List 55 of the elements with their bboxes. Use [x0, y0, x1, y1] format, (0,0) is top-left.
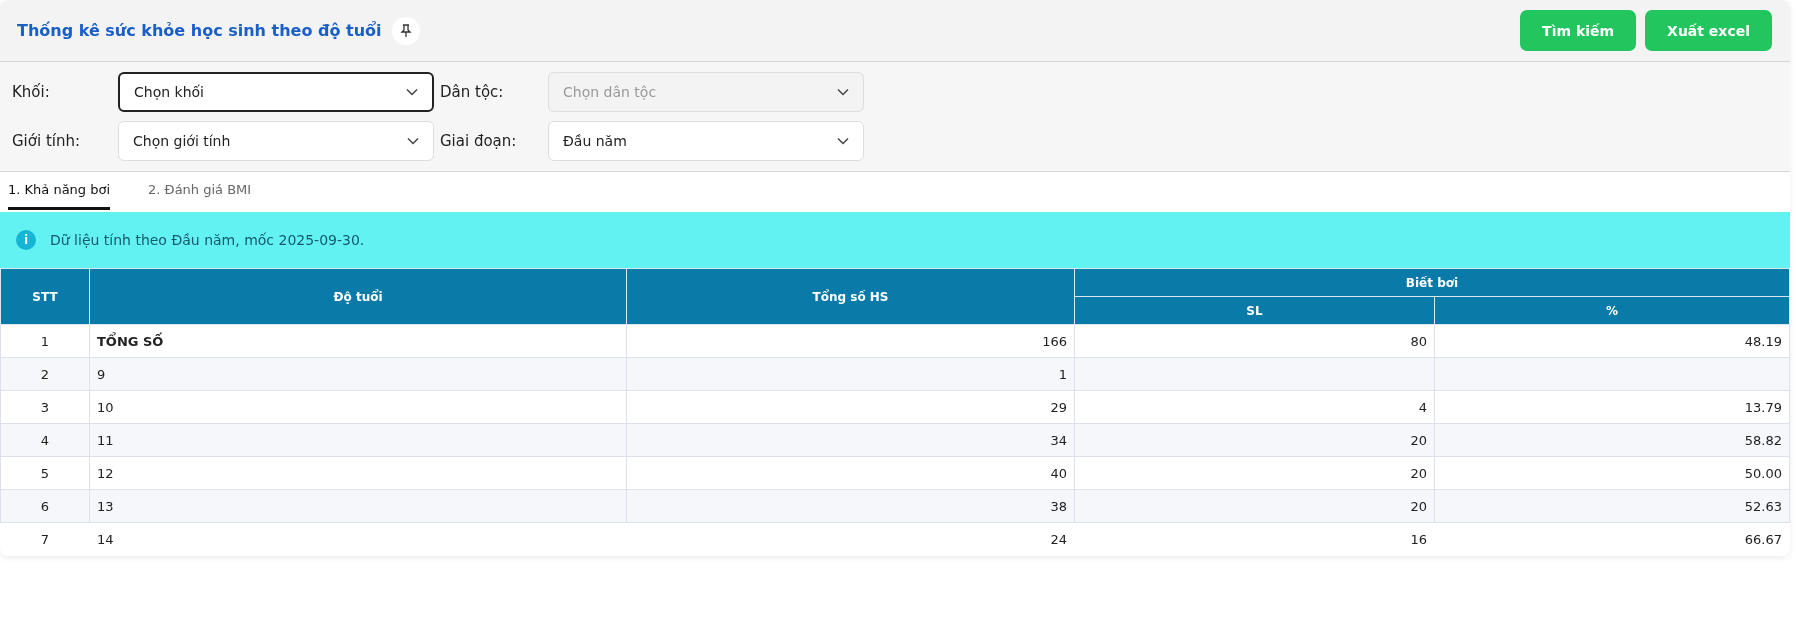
table-cell: 48.19: [1434, 324, 1790, 358]
table-cell: 1: [0, 324, 90, 358]
table-cell: 3: [0, 390, 90, 424]
column-header: STT: [0, 268, 90, 325]
table-cell: 24: [626, 522, 1075, 556]
column-header: Độ tuổi: [89, 268, 627, 325]
table-cell: 66.67: [1434, 522, 1790, 556]
table-cell: 2: [0, 357, 90, 391]
table-cell: 14: [89, 522, 627, 556]
table-cell: 13.79: [1434, 390, 1790, 424]
table-cell: 6: [0, 489, 90, 523]
column-header: SL: [1074, 296, 1435, 325]
table-cell: 13: [89, 489, 627, 523]
table-cell: 4: [0, 423, 90, 457]
table-cell: 11: [89, 423, 627, 457]
table-cell: 58.82: [1434, 423, 1790, 457]
table-cell: 12: [89, 456, 627, 490]
table-cell: 16: [1074, 522, 1435, 556]
info-icon: i: [16, 230, 36, 250]
filter-label: Giai đoạn:: [440, 132, 518, 150]
table-cell: 20: [1074, 456, 1435, 490]
column-header: Tổng số HS: [626, 268, 1075, 325]
table-cell: 40: [626, 456, 1075, 490]
column-header: Biết bơi: [1074, 268, 1790, 297]
filter-label: Dân tộc:: [440, 83, 505, 101]
select-field[interactable]: Chọn giới tính: [118, 121, 434, 161]
table-cell: 20: [1074, 489, 1435, 523]
select-field[interactable]: Chọn khối: [118, 72, 434, 112]
table-cell: 29: [626, 390, 1075, 424]
table-cell: 50.00: [1434, 456, 1790, 490]
column-header: %: [1434, 296, 1790, 325]
table-cell: 20: [1074, 423, 1435, 457]
page-title: Thống kê sức khỏe học sinh theo độ tuổi: [17, 21, 382, 40]
chevron-down-icon: [837, 137, 849, 145]
info-text: Dữ liệu tính theo Đầu năm, mốc 2025-09-30.: [50, 232, 365, 248]
table-cell: 80: [1074, 324, 1435, 358]
table-cell: 5: [0, 456, 90, 490]
table-cell: 166: [626, 324, 1075, 358]
filter-label: Khối:: [12, 83, 51, 101]
table-cell: 10: [89, 390, 627, 424]
table-cell: 9: [89, 357, 627, 391]
table-cell: 34: [626, 423, 1075, 457]
chevron-down-icon: [837, 88, 849, 96]
chevron-down-icon: [407, 137, 419, 145]
pin-icon[interactable]: [391, 16, 420, 45]
table-cell: 38: [626, 489, 1075, 523]
table-cell: TỔNG SỐ: [89, 324, 627, 358]
select-field[interactable]: Đầu năm: [548, 121, 864, 161]
table-cell: 4: [1074, 390, 1435, 424]
tab[interactable]: 2. Đánh giá BMI: [148, 172, 252, 210]
chevron-down-icon: [406, 88, 418, 96]
filter-label: Giới tính:: [12, 132, 82, 150]
table-cell: 7: [0, 522, 90, 556]
table-cell: 1: [626, 357, 1075, 391]
table-cell: 52.63: [1434, 489, 1790, 523]
